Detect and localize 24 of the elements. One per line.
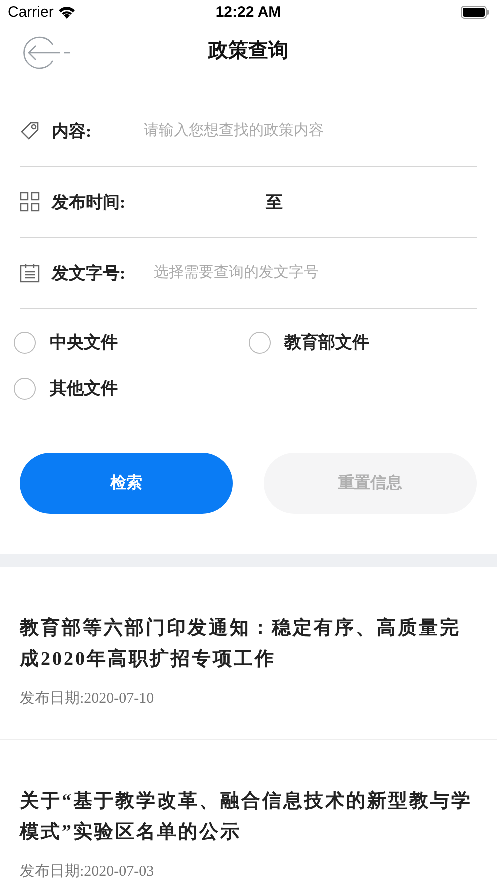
category-radio[interactable]: 中央文件 <box>14 331 248 356</box>
article-item[interactable]: 关于“基于教学改革、融合信息技术的新型教与学模式”实验区名单的公示 发布日期:2020-07-03 <box>0 740 497 883</box>
page-title: 政策查询 <box>208 39 288 64</box>
field-label: 发文字号: <box>52 262 127 284</box>
calendar-icon <box>20 263 40 284</box>
carrier-label: Carrier <box>8 2 54 23</box>
article-title: 教育部等六部门印发通知：稳定有序、高质量完成2020年高职扩招专项工作 <box>20 616 462 672</box>
article-date: 发布日期:2020-07-03 <box>20 862 156 882</box>
article-item[interactable]: 教育部等六部门印发通知：稳定有序、高质量完成2020年高职扩招专项工作 发布日期:2020-07-10 <box>0 567 497 740</box>
wifi-icon <box>58 6 76 20</box>
category-radio[interactable]: 教育部文件 <box>248 331 483 356</box>
field-label: 内容: <box>52 120 93 143</box>
search-button[interactable]: 检索 <box>20 453 233 514</box>
doc-number-input-field[interactable]: 选择需要查询的发文字号 <box>144 262 477 284</box>
content-input-field[interactable]: 请输入您想查找的政策内容 <box>144 120 477 143</box>
tag-icon <box>20 121 40 142</box>
category-radio[interactable]: 其他文件 <box>14 377 248 402</box>
battery-icon <box>461 6 489 20</box>
status-time: 12:22 AM <box>216 2 282 23</box>
grid-icon <box>20 192 40 212</box>
article-date: 发布日期:2020-07-10 <box>20 690 156 709</box>
date-range-separator: 至 <box>266 192 283 214</box>
field-label: 发布时间: <box>52 192 127 214</box>
article-title: 关于“基于教学改革、融合信息技术的新型教与学模式”实验区名单的公示 <box>20 790 474 844</box>
